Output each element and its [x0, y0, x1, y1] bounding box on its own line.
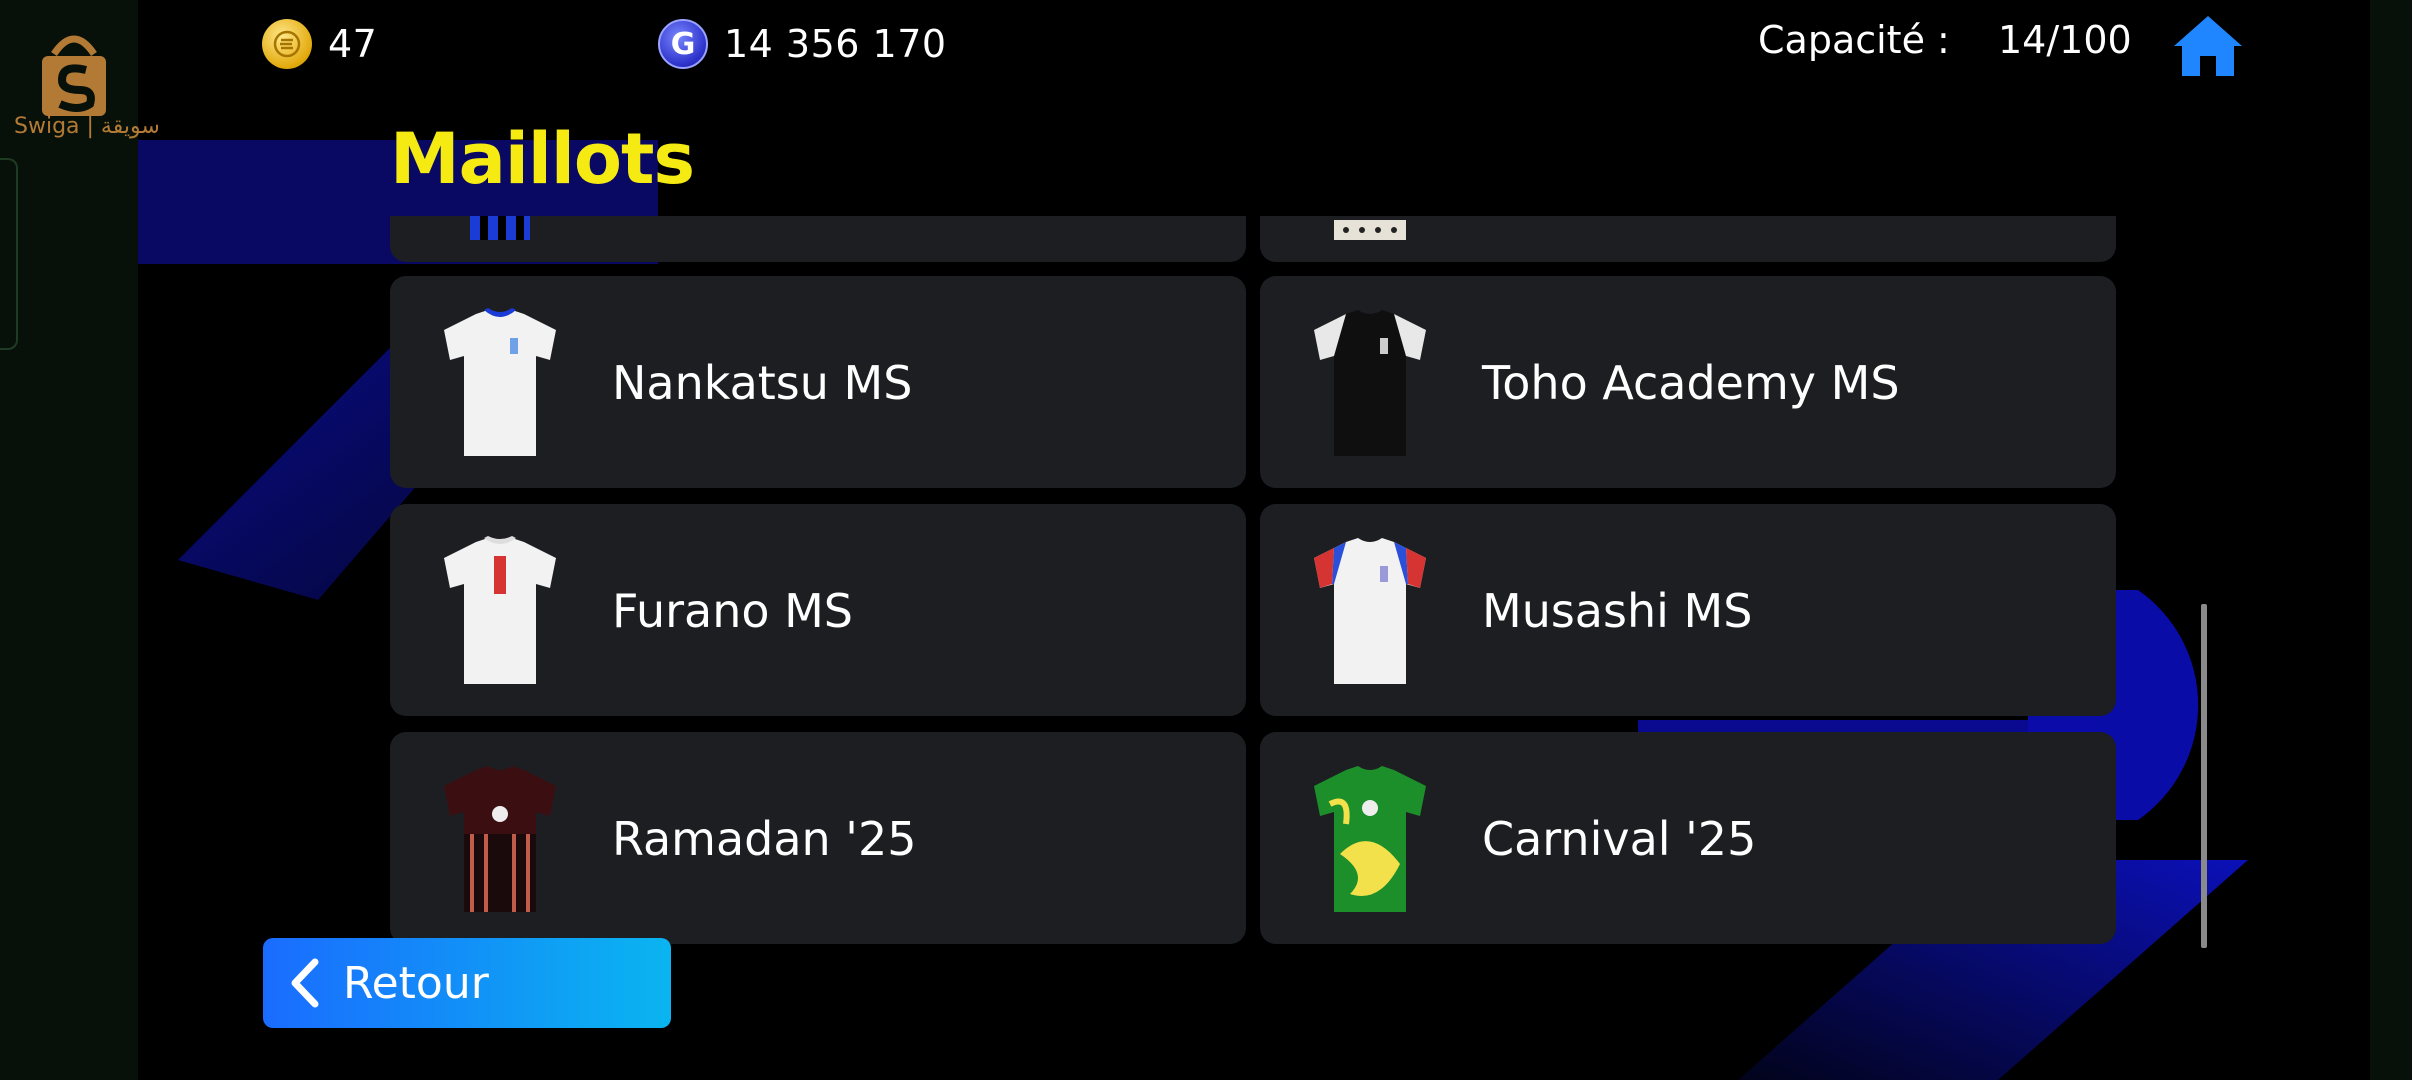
jersey-icon	[1314, 766, 1426, 912]
gp-icon: G	[658, 19, 708, 69]
kit-card[interactable]: Furano MS	[390, 504, 1246, 716]
kit-label: Nankatsu MS	[612, 356, 913, 410]
gp-value: 14 356 170	[724, 22, 947, 66]
home-button[interactable]	[2172, 14, 2244, 78]
kit-label: Toho Academy MS	[1482, 356, 1900, 410]
watermark-text: Swiga | سويقة	[14, 114, 160, 139]
list-scrollbar[interactable]	[2201, 604, 2207, 948]
jersey-icon	[1314, 310, 1426, 456]
ecoin-balance: 47	[262, 14, 377, 74]
jersey-icon	[444, 766, 556, 912]
side-tab-handle[interactable]	[0, 158, 18, 350]
jersey-icon	[444, 536, 556, 684]
jersey-icon	[444, 308, 556, 456]
capacity-label: Capacité :	[1758, 18, 1950, 62]
kit-list[interactable]: Nankatsu MS Toho Academy MS Furano MS Mu…	[390, 216, 2120, 948]
capacity-value: 14/100	[1998, 18, 2132, 62]
ecoin-value: 47	[328, 22, 378, 66]
kit-label: Furano MS	[612, 584, 854, 638]
kit-card[interactable]: Carnival '25	[1260, 732, 2116, 944]
jersey-icon	[1314, 538, 1426, 684]
jersey-icon	[470, 216, 530, 240]
kit-label: Carnival '25	[1482, 812, 1757, 866]
kit-card[interactable]: Toho Academy MS	[1260, 276, 2116, 488]
back-button[interactable]: Retour	[263, 938, 671, 1028]
right-sidebar	[2370, 0, 2412, 1080]
kit-card-partial[interactable]	[390, 216, 1246, 262]
left-sidebar	[0, 0, 138, 1080]
page-title: Maillots	[390, 118, 695, 200]
jersey-icon	[1334, 220, 1406, 240]
gp-balance: G 14 356 170	[658, 14, 947, 74]
kit-card-partial[interactable]	[1260, 216, 2116, 262]
kit-card[interactable]: Musashi MS	[1260, 504, 2116, 716]
kit-card[interactable]: Ramadan '25	[390, 732, 1246, 944]
chevron-left-icon	[291, 958, 319, 1008]
kit-card[interactable]: Nankatsu MS	[390, 276, 1246, 488]
kit-label: Ramadan '25	[612, 812, 917, 866]
home-icon	[2174, 16, 2242, 76]
kit-label: Musashi MS	[1482, 584, 1753, 638]
ecoin-icon	[262, 19, 312, 69]
back-label: Retour	[343, 957, 489, 1009]
